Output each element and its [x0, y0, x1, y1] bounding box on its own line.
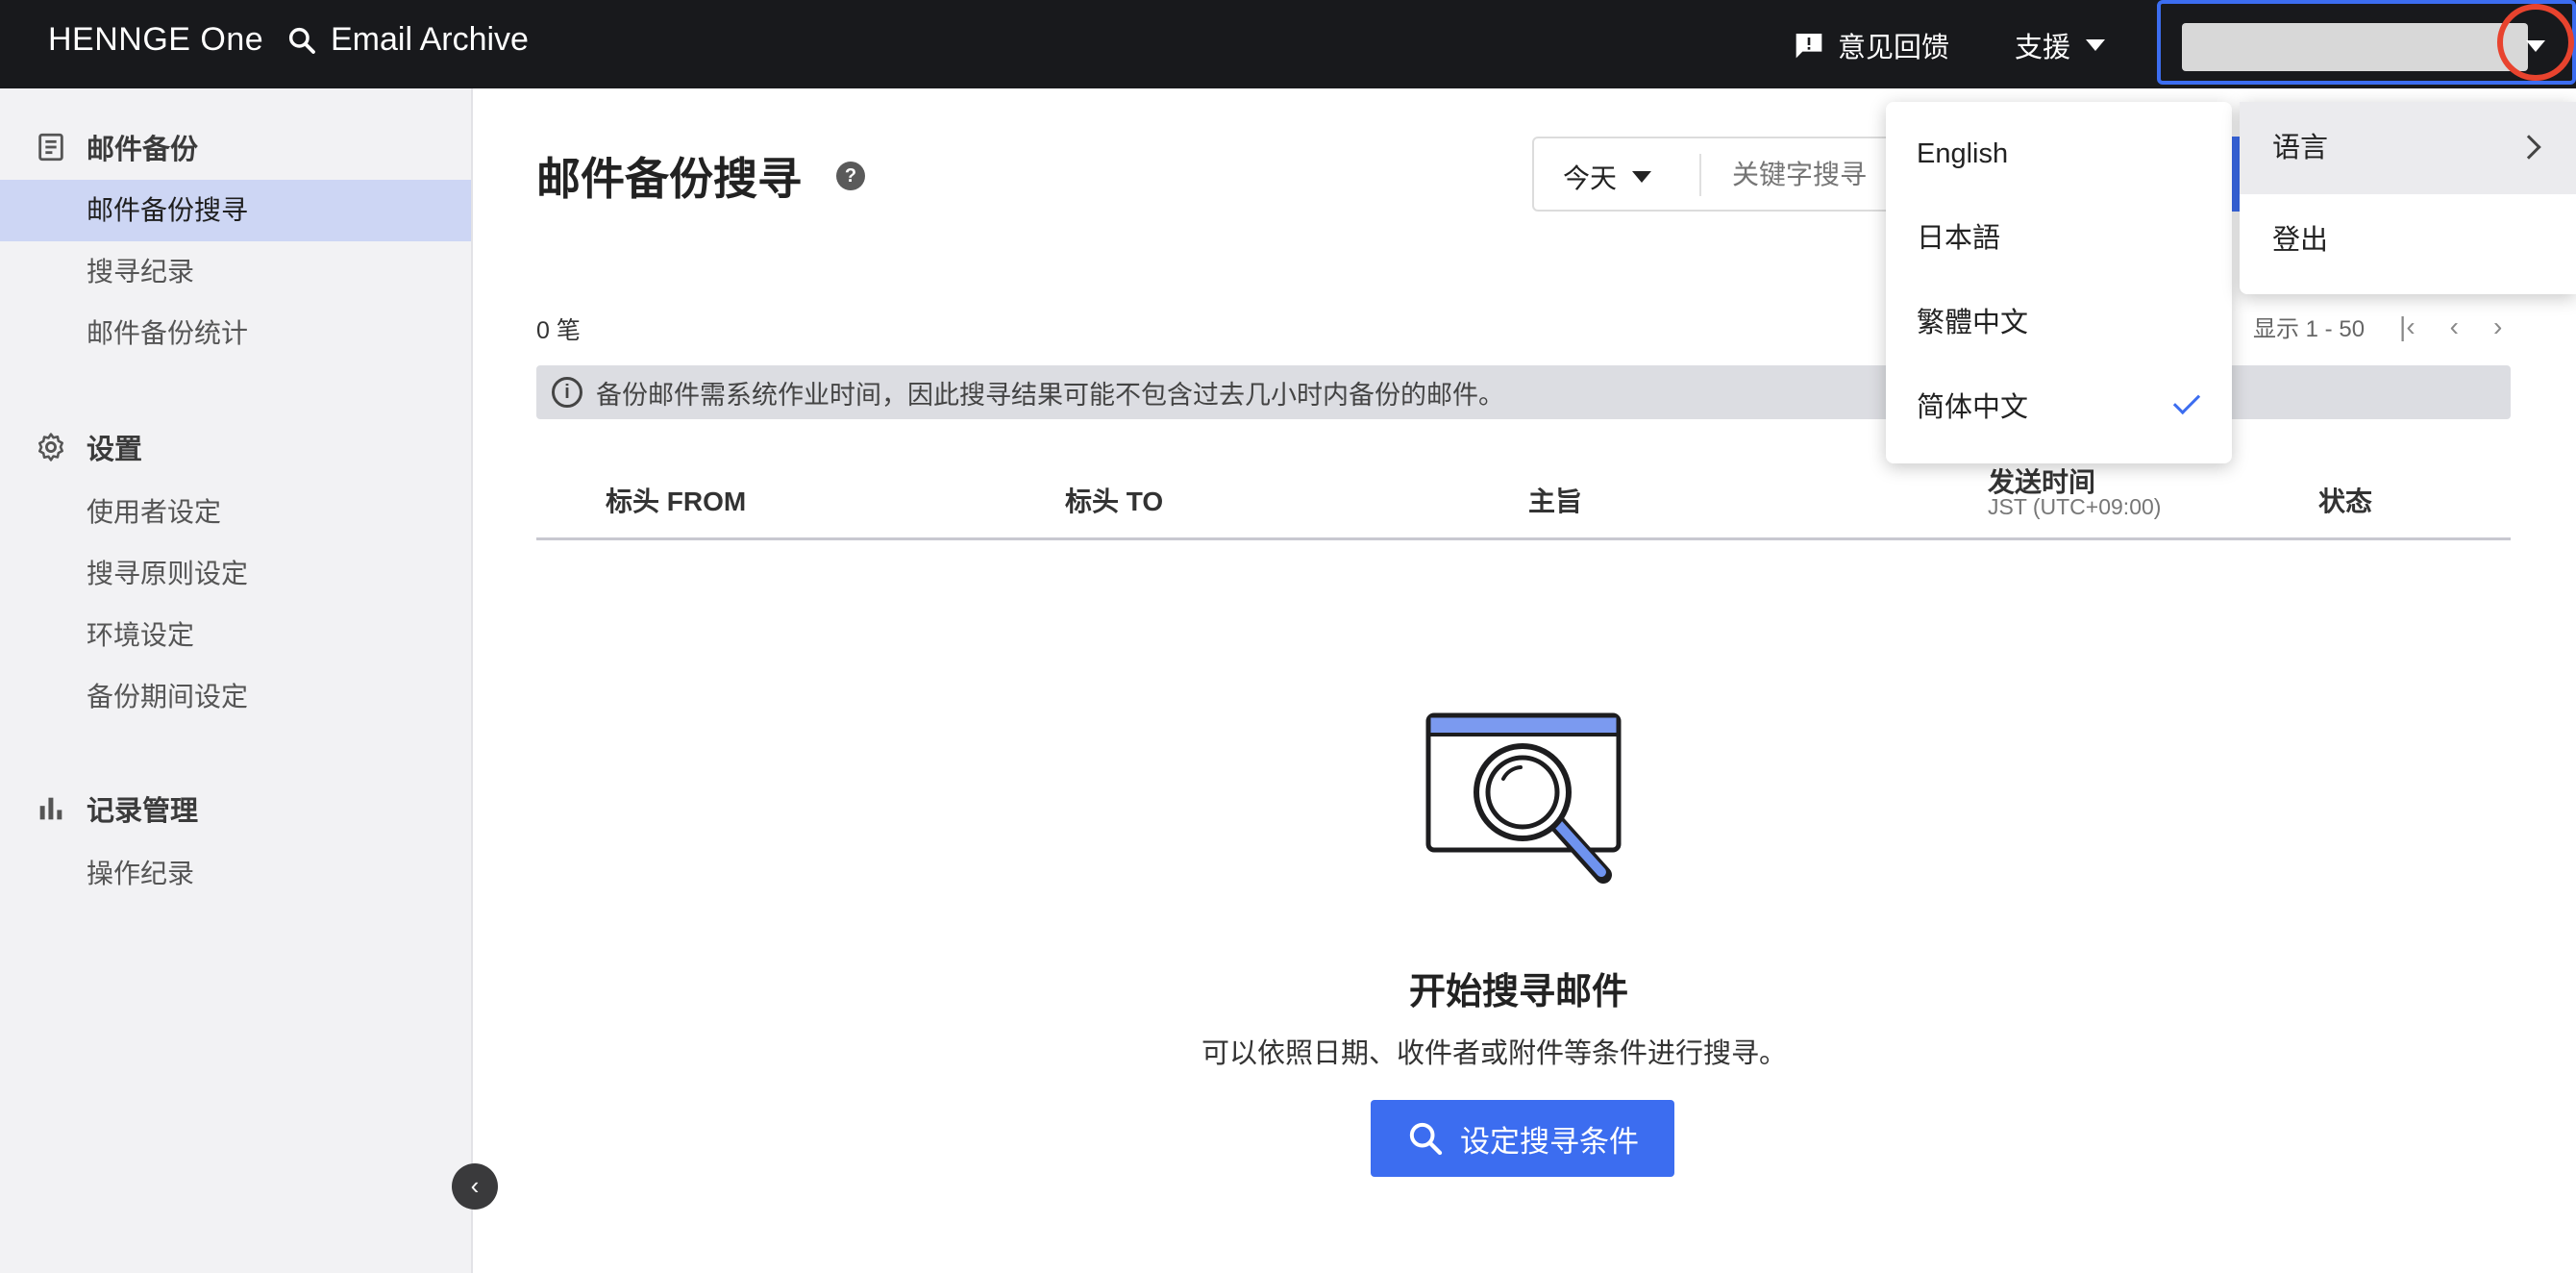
- column-header-from[interactable]: 标头 FROM: [606, 481, 746, 519]
- empty-state-subtitle: 可以依照日期、收件者或附件等条件进行搜寻。: [1201, 1038, 1788, 1069]
- support-label: 支援: [2015, 33, 2071, 63]
- chevron-down-icon: [1632, 171, 1652, 183]
- user-name-redacted: [2182, 23, 2528, 71]
- page-title: 邮件备份搜寻 ?: [536, 144, 865, 208]
- sidebar-section-logs: 记录管理: [35, 788, 198, 829]
- language-option-english[interactable]: English: [1886, 112, 2232, 196]
- language-option-label: 简体中文: [1917, 392, 2029, 423]
- result-count: 0 笔: [536, 317, 581, 344]
- search-icon: [288, 27, 315, 54]
- date-filter-label: 今天: [1563, 163, 1618, 193]
- info-icon: i: [552, 377, 582, 408]
- search-icon: [1409, 1122, 1443, 1156]
- sidebar-item-search-history[interactable]: 搜寻纪录: [0, 241, 471, 303]
- set-search-conditions-label: 设定搜寻条件: [1460, 1124, 1639, 1159]
- empty-state-title: 开始搜寻邮件: [1409, 972, 1629, 1012]
- next-page-icon[interactable]: ›: [2493, 312, 2502, 342]
- language-submenu: English 日本語 繁體中文 简体中文: [1886, 102, 2232, 463]
- document-list-icon: [38, 133, 63, 162]
- column-header-timezone: JST (UTC+09:00): [1988, 494, 2162, 519]
- sidebar-collapse-button[interactable]: ‹: [452, 1163, 498, 1210]
- sidebar-item-search-policy[interactable]: 搜寻原则设定: [0, 543, 471, 605]
- brand-logo[interactable]: HENNGE One: [48, 21, 263, 59]
- chevron-right-icon: [2516, 135, 2541, 160]
- language-option-simplified-chinese[interactable]: 简体中文: [1886, 365, 2232, 450]
- language-menu-label: 语言: [2272, 133, 2329, 163]
- top-bar: HENNGE One Email Archive 意见回馈 支援: [0, 0, 2576, 88]
- sidebar-item-retention[interactable]: 备份期间设定: [0, 666, 471, 728]
- bar-chart-icon: [39, 797, 62, 820]
- chevron-down-icon: [2086, 39, 2106, 51]
- column-header-status[interactable]: 状态: [2318, 481, 2372, 519]
- page-title-text: 邮件备份搜寻: [536, 154, 802, 204]
- date-filter-select[interactable]: 今天: [1563, 158, 1652, 196]
- sidebar-item-environment[interactable]: 环境设定: [0, 605, 471, 666]
- prev-page-icon[interactable]: ‹: [2450, 312, 2459, 342]
- user-dropdown-menu: 语言 登出: [2240, 102, 2576, 294]
- sidebar-item-user-settings[interactable]: 使用者设定: [0, 482, 471, 543]
- language-option-traditional-chinese[interactable]: 繁體中文: [1886, 281, 2232, 365]
- logout-menu-item[interactable]: 登出: [2240, 194, 2576, 287]
- sidebar-section-label: 设置: [87, 435, 143, 465]
- pagination-range: 显示 1 - 50: [2253, 316, 2365, 342]
- language-option-japanese[interactable]: 日本語: [1886, 196, 2232, 281]
- language-menu-item[interactable]: 语言: [2240, 102, 2576, 194]
- table-header: 标头 FROM 标头 TO 主旨 发送时间 JST (UTC+09:00) 状态: [536, 452, 2511, 540]
- product-label: Email Archive: [331, 21, 529, 58]
- sidebar-section-label: 邮件备份: [87, 135, 199, 165]
- sidebar-section-settings: 设置: [35, 427, 142, 467]
- first-page-icon[interactable]: |‹: [2399, 312, 2415, 342]
- sidebar-item-operation-log[interactable]: 操作纪录: [0, 843, 471, 905]
- info-notice-text: 备份邮件需系统作业时间，因此搜寻结果可能不包含过去几小时内备份的邮件。: [596, 380, 1504, 410]
- sidebar: 邮件备份 邮件备份搜寻 搜寻纪录 邮件备份统计 设置 使用者设定 搜寻原则设定 …: [0, 88, 473, 1273]
- feedback-label: 意见回馈: [1838, 33, 1950, 63]
- sidebar-item-archive-stats[interactable]: 邮件备份统计: [0, 303, 471, 364]
- feedback-icon: [1796, 34, 1822, 59]
- feedback-button[interactable]: 意见回馈: [1794, 25, 1949, 65]
- column-header-subject[interactable]: 主旨: [1528, 481, 1582, 519]
- sidebar-section-archive: 邮件备份: [35, 127, 198, 167]
- sidebar-section-label: 记录管理: [87, 796, 199, 827]
- highlight-annotation-circle: [2497, 4, 2574, 81]
- sidebar-item-archive-search[interactable]: 邮件备份搜寻: [0, 180, 471, 241]
- empty-search-illustration-icon: [1425, 712, 1622, 884]
- checkmark-icon: [2172, 387, 2201, 415]
- product-name[interactable]: Email Archive: [286, 21, 529, 59]
- search-divider: [1699, 154, 1701, 196]
- set-search-conditions-button[interactable]: 设定搜寻条件: [1371, 1100, 1674, 1177]
- pagination: 显示 1 - 50 |‹ ‹ ›: [2253, 310, 2502, 343]
- gear-icon: [37, 433, 64, 462]
- help-icon[interactable]: ?: [836, 162, 865, 190]
- column-header-to[interactable]: 标头 TO: [1065, 481, 1163, 519]
- support-menu-button[interactable]: 支援: [2015, 25, 2106, 65]
